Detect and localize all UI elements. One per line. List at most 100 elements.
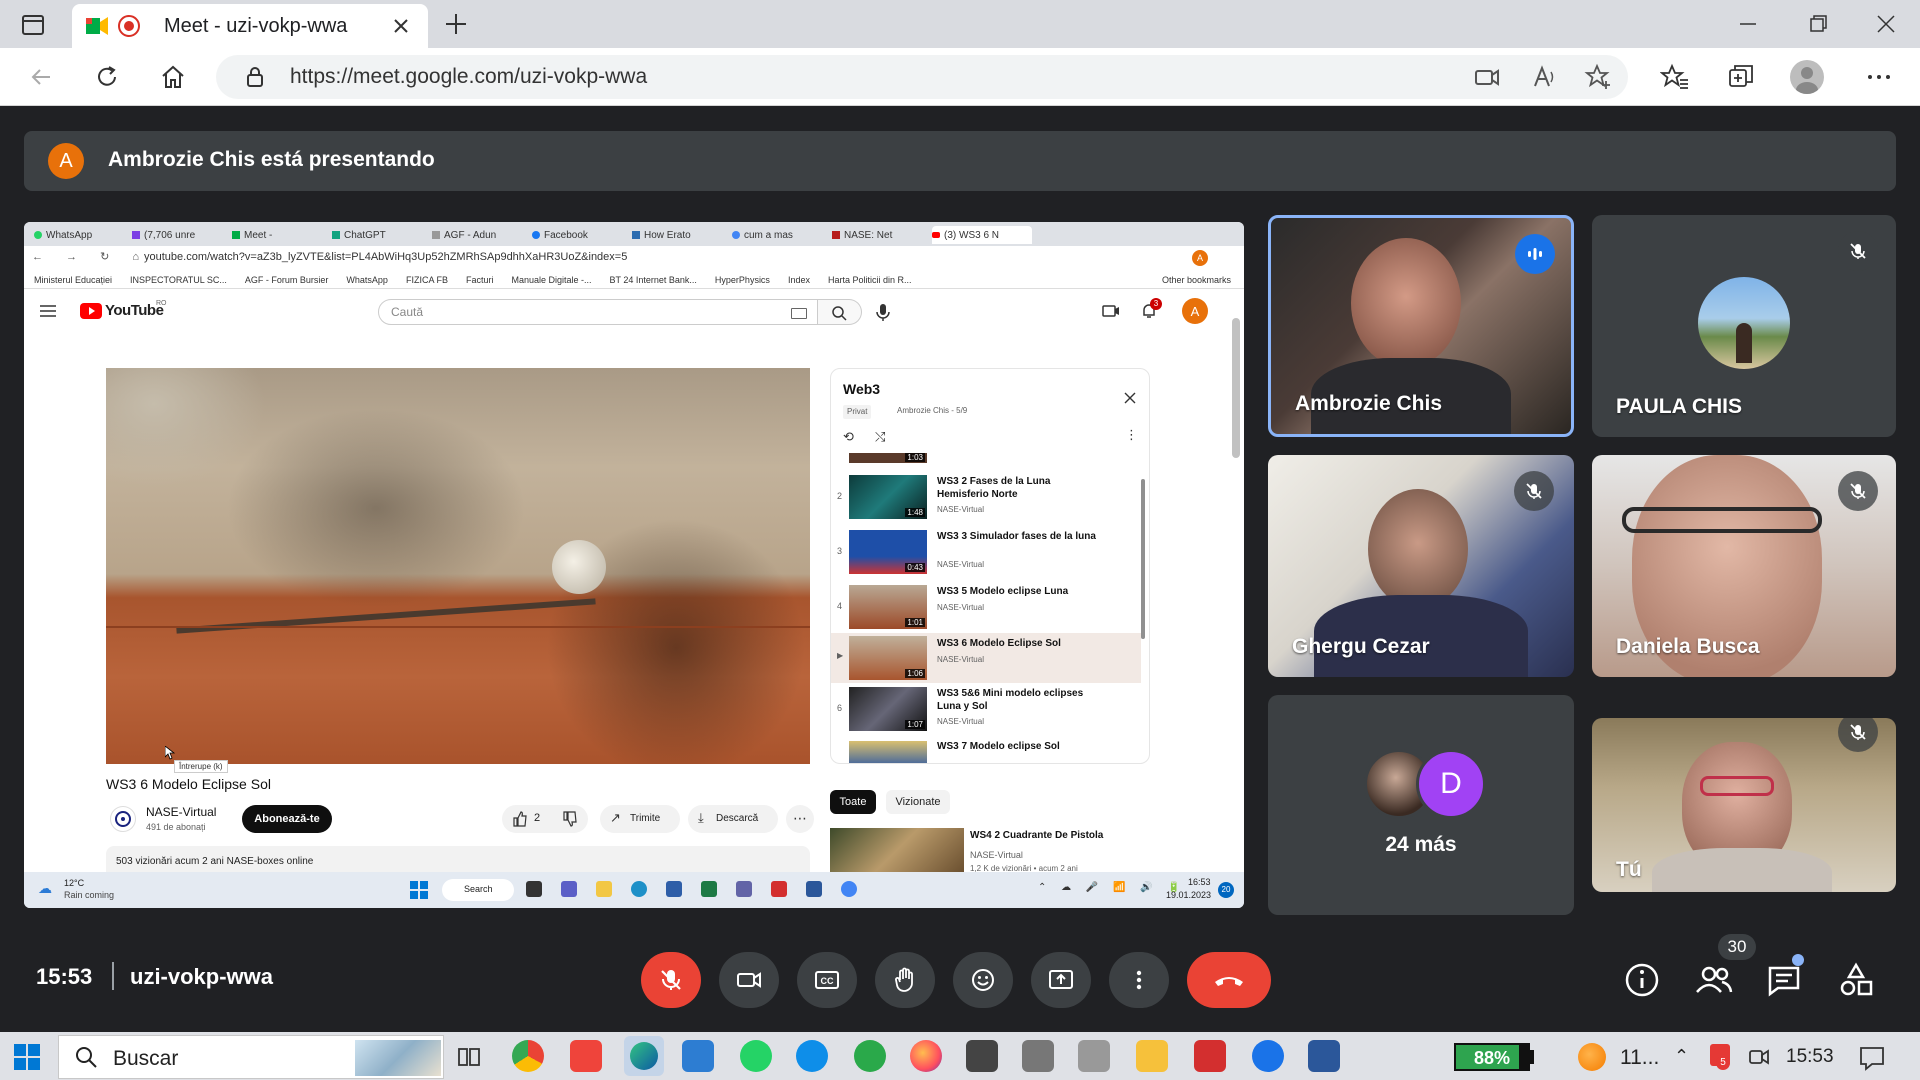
app-icon[interactable] [701, 881, 717, 897]
add-favorite-icon[interactable] [1584, 62, 1614, 92]
share-button[interactable]: ↗ Trimite [600, 805, 680, 833]
bookmark[interactable]: Harta Politicii din R... [828, 275, 912, 285]
yt-mic-icon[interactable] [872, 301, 894, 323]
file-explorer-taskbar-icon[interactable] [1136, 1040, 1168, 1072]
inner-url[interactable]: youtube.com/watch?v=aZ3b_lyZVTE&list=PL4… [144, 251, 627, 263]
yt-guide-icon[interactable] [40, 304, 56, 320]
app-taskbar-icon[interactable] [682, 1040, 714, 1072]
inner-tab[interactable]: AGF - Adun [432, 226, 532, 244]
bookmark[interactable]: Manuale Digitale -... [511, 275, 591, 285]
related-thumbnail[interactable] [830, 828, 964, 872]
playlist-item-current[interactable]: ▶ 1:06 WS3 6 Modelo Eclipse Sol NASE-Vir… [831, 633, 1141, 683]
page-scrollbar[interactable] [1232, 318, 1240, 458]
pdf-taskbar-icon[interactable] [1194, 1040, 1226, 1072]
inner-tab[interactable]: NASE: Net [832, 226, 932, 244]
more-options-button[interactable] [1109, 952, 1169, 1008]
meeting-code[interactable]: uzi-vokp-wwa [130, 964, 273, 990]
camera-site-icon[interactable] [1472, 62, 1502, 92]
camera-toggle-button[interactable] [719, 952, 779, 1008]
home-icon[interactable] [158, 62, 188, 92]
bookmark[interactable]: HyperPhysics [715, 275, 770, 285]
raise-hand-button[interactable] [875, 952, 935, 1008]
close-playlist-icon[interactable] [1123, 391, 1137, 405]
bookmark[interactable]: WhatsApp [346, 275, 388, 285]
playlist-scrollbar[interactable] [1141, 479, 1145, 639]
people-icon[interactable] [1692, 960, 1736, 1000]
battery-indicator[interactable]: 88% [1454, 1043, 1530, 1071]
inner-tab[interactable]: Facebook [532, 226, 632, 244]
profile-icon[interactable] [1790, 60, 1824, 94]
new-tab-icon[interactable] [442, 10, 470, 38]
app-icon[interactable] [596, 881, 612, 897]
playlist-item[interactable]: 2 1:48 WS3 2 Fases de la Luna Hemisferio… [831, 473, 1141, 525]
playlist-menu-icon[interactable]: ⋮ [1125, 427, 1138, 443]
meeting-info-icon[interactable] [1622, 960, 1662, 1000]
channel-avatar[interactable] [110, 806, 136, 832]
chrome-taskbar-icon[interactable] [512, 1040, 544, 1072]
activities-icon[interactable] [1836, 960, 1876, 1000]
app-icon[interactable] [806, 881, 822, 897]
app-taskbar-icon[interactable] [1022, 1040, 1054, 1072]
url-text[interactable]: https://meet.google.com/uzi-vokp-wwa [290, 65, 647, 89]
word-taskbar-icon[interactable] [1308, 1040, 1340, 1072]
self-tile[interactable]: Tú [1592, 718, 1896, 892]
inner-tab[interactable]: ChatGPT [332, 226, 432, 244]
notification-center-icon[interactable] [1858, 1044, 1886, 1072]
collections-icon[interactable] [1726, 62, 1756, 92]
playlist-thumb-top[interactable]: 1:03 [849, 453, 927, 463]
video-player[interactable] [106, 368, 810, 764]
reload-icon[interactable] [92, 62, 122, 92]
inner-tab[interactable]: Meet - [232, 226, 332, 244]
start-icon[interactable] [14, 1044, 40, 1070]
bookmark[interactable]: Facturi [466, 275, 494, 285]
tab-actions-icon[interactable] [18, 10, 48, 40]
edge-taskbar-icon[interactable] [624, 1036, 664, 1076]
close-tab-icon[interactable] [390, 15, 412, 37]
keyboard-icon[interactable] [791, 308, 807, 319]
teamviewer-taskbar-icon[interactable] [796, 1040, 828, 1072]
inner-account-icon[interactable]: A [1192, 250, 1208, 266]
restore-icon[interactable] [1806, 12, 1830, 36]
mic-toggle-button[interactable] [641, 952, 701, 1008]
tray-meet-icon[interactable] [1748, 1046, 1770, 1068]
read-aloud-icon[interactable] [1530, 62, 1560, 92]
playlist-item[interactable]: 4 1:01 WS3 5 Modelo eclipse Luna NASE-Vi… [831, 583, 1141, 631]
inner-search-box[interactable]: Search [442, 879, 514, 901]
participant-tile-ambrozie[interactable]: Ambrozie Chis [1268, 215, 1574, 437]
weather-tray-icon[interactable] [1578, 1043, 1606, 1071]
other-bookmarks[interactable]: Other bookmarks [1162, 275, 1231, 285]
captions-button[interactable]: CC [797, 952, 857, 1008]
inner-notif-badge[interactable]: 20 [1218, 882, 1234, 898]
minimize-icon[interactable] [1736, 12, 1760, 36]
more-options-icon[interactable] [1864, 62, 1894, 92]
reactions-button[interactable] [953, 952, 1013, 1008]
app-taskbar-icon[interactable] [854, 1040, 886, 1072]
shuffle-icon[interactable]: ⤭ [875, 429, 885, 445]
bookmark[interactable]: BT 24 Internet Bank... [610, 275, 697, 285]
inner-tab[interactable]: cum a mas [732, 226, 832, 244]
app-taskbar-icon[interactable] [1078, 1040, 1110, 1072]
playlist-item[interactable]: WS3 7 Modelo eclipse Sol [831, 739, 1141, 763]
bookmark[interactable]: Ministerul Educației [34, 275, 112, 285]
app-icon[interactable] [736, 881, 752, 897]
filter-chip-all[interactable]: Toate [830, 790, 876, 814]
app-icon[interactable] [666, 881, 682, 897]
inner-tab[interactable]: How Erato [632, 226, 732, 244]
yt-search-button[interactable] [818, 299, 862, 325]
yt-create-icon[interactable] [1102, 304, 1120, 318]
chat-icon[interactable] [1764, 960, 1804, 1000]
download-button[interactable]: ⤓ Descarcă [688, 805, 778, 833]
task-view-icon[interactable] [456, 1044, 482, 1070]
app-icon[interactable] [561, 881, 577, 897]
channel-name[interactable]: NASE-Virtual [146, 805, 216, 819]
bookmark[interactable]: FIZICA FB [406, 275, 448, 285]
bookmark[interactable]: AGF - Forum Bursier [245, 275, 329, 285]
inner-tab[interactable]: WhatsApp [34, 226, 132, 244]
like-button[interactable]: 2 [502, 805, 588, 833]
yt-account-avatar[interactable]: A [1182, 298, 1208, 324]
more-participants-tile[interactable]: D 24 más [1268, 695, 1574, 915]
favorites-icon[interactable] [1660, 62, 1690, 92]
app-icon[interactable] [526, 881, 542, 897]
present-screen-button[interactable] [1031, 952, 1091, 1008]
playlist-item[interactable]: 3 0:43 WS3 3 Simulador fases de la luna … [831, 528, 1141, 580]
